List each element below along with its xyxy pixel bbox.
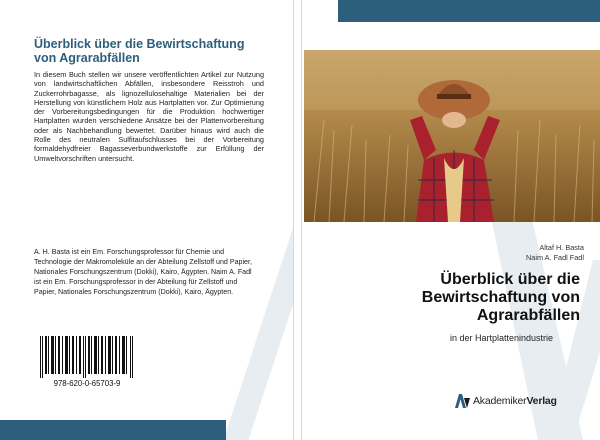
back-cover: Überblick über die Bewirtschaftung von A…	[0, 0, 293, 440]
isbn: 978-620-0-65703-9	[53, 379, 121, 388]
publisher-name: AkademikerVerlag	[473, 395, 557, 407]
cover-photo	[304, 50, 600, 222]
book-cover: Überblick über die Bewirtschaftung von A…	[0, 0, 600, 440]
spine	[293, 0, 302, 440]
front-top-bar	[338, 0, 600, 22]
back-title: Überblick über die Bewirtschaftung von A…	[34, 37, 245, 65]
publisher-av-icon	[455, 394, 470, 408]
publisher-name-part2: Verlag	[526, 395, 557, 407]
publisher-name-part1: Akademiker	[473, 395, 527, 407]
author-bio: A. H. Basta ist ein Em. Forschungsprofes…	[34, 248, 252, 296]
back-bottom-bar	[0, 420, 226, 440]
author-name: Altaf H. Basta	[539, 243, 584, 252]
back-blurb: In diesem Buch stellen wir unsere veröff…	[34, 70, 264, 163]
front-cover: Altaf H. Basta Naim A. Fadl Fadl Überbli…	[302, 0, 600, 440]
publisher-logo: AkademikerVerlag	[454, 394, 557, 408]
front-subtitle: in der Hartplattenindustrie	[450, 333, 554, 343]
author-name: Naim A. Fadl Fadl	[526, 253, 584, 262]
front-title: Überblick über die Bewirtschaftung von A…	[421, 271, 580, 324]
barcode: 978-620-0-65703-9	[34, 332, 140, 394]
barcode-bars	[40, 336, 133, 378]
front-authors: Altaf H. Basta Naim A. Fadl Fadl	[526, 243, 584, 263]
